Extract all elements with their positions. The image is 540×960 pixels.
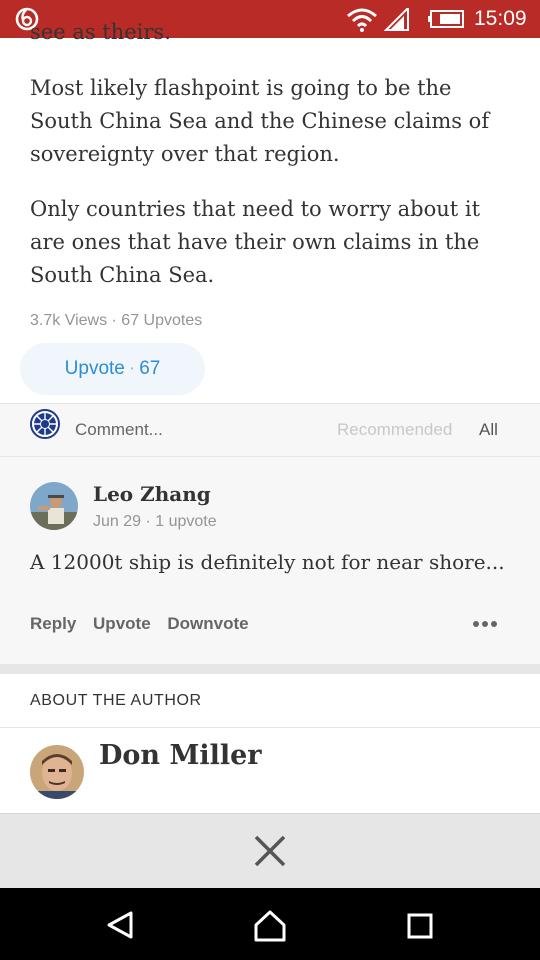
battery-icon xyxy=(428,10,464,28)
commenter-avatar[interactable] xyxy=(30,482,78,530)
upvote-button[interactable]: Upvote · 67 xyxy=(20,343,205,395)
more-options-icon[interactable] xyxy=(472,620,498,628)
author-name[interactable]: Don Miller xyxy=(99,740,262,771)
downvote-button[interactable]: Downvote xyxy=(167,614,248,633)
reply-button[interactable]: Reply xyxy=(30,614,76,633)
wifi-icon xyxy=(347,8,377,32)
answer-cut-line: see as theirs. xyxy=(30,20,171,44)
comment-upvote-button[interactable]: Upvote xyxy=(93,614,151,633)
close-banner xyxy=(0,813,540,888)
comment-bar: Comment... Recommended All xyxy=(0,403,540,457)
comment-actions: Reply Upvote Downvote xyxy=(30,614,261,634)
answer-paragraph: Only countries that need to worry about … xyxy=(30,197,481,287)
upvote-count: 67 xyxy=(139,358,161,379)
answer-paragraph: Most likely flashpoint is going to be th… xyxy=(30,76,490,166)
tab-recommended[interactable]: Recommended xyxy=(337,420,452,440)
close-icon[interactable] xyxy=(253,834,287,868)
commenter-photo-icon xyxy=(30,482,78,530)
tab-all[interactable]: All xyxy=(479,420,498,440)
comment-input[interactable]: Comment... xyxy=(75,420,163,440)
author-avatar[interactable] xyxy=(30,745,84,799)
comment-meta: Jun 29 · 1 upvote xyxy=(93,513,217,530)
signal-icon xyxy=(384,8,409,31)
back-icon[interactable] xyxy=(105,910,135,940)
answer-stats: 3.7k Views · 67 Upvotes xyxy=(30,312,203,329)
user-avatar-icon xyxy=(30,409,60,439)
home-icon[interactable] xyxy=(252,908,288,944)
commenter-name[interactable]: Leo Zhang xyxy=(93,482,211,506)
section-divider xyxy=(0,664,540,674)
divider xyxy=(0,727,540,728)
author-photo-icon xyxy=(30,745,84,799)
separator-dot: · xyxy=(128,358,136,379)
upvote-label: Upvote xyxy=(64,358,125,379)
comment-item: Leo Zhang Jun 29 · 1 upvote A 12000t shi… xyxy=(0,457,540,664)
about-author-header: ABOUT THE AUTHOR xyxy=(30,692,202,709)
comment-text: A 12000t ship is definitely not for near… xyxy=(30,550,505,574)
status-time: 15:09 xyxy=(474,7,527,30)
navigation-bar xyxy=(0,888,540,960)
recents-icon[interactable] xyxy=(407,913,433,939)
